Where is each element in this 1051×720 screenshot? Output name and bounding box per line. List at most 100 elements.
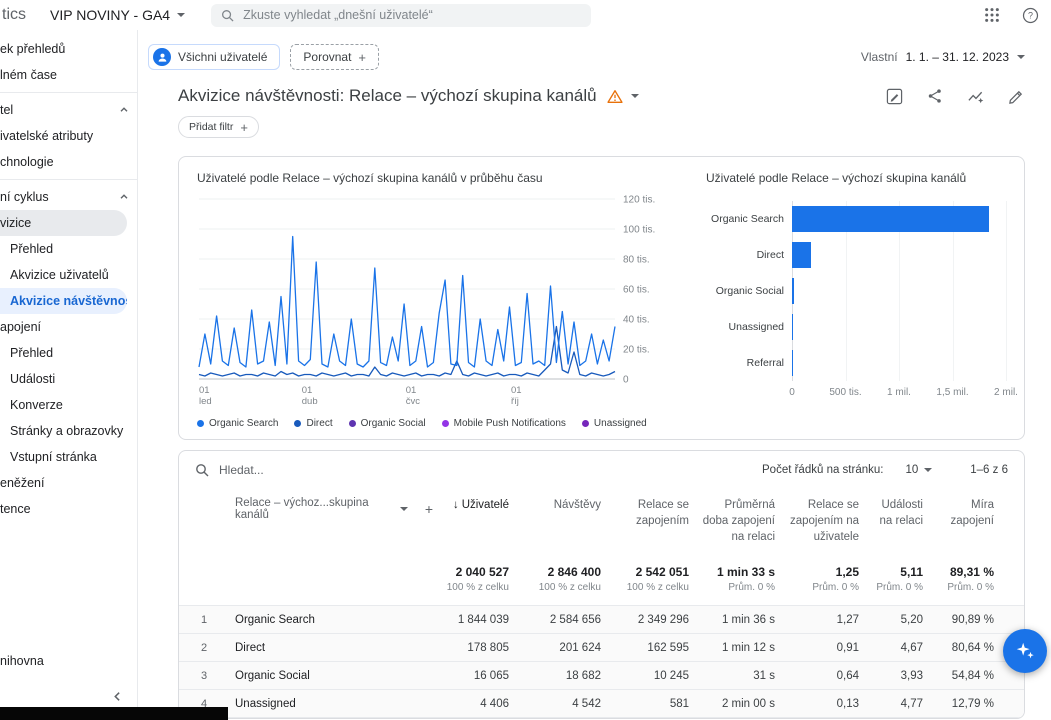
bar[interactable] xyxy=(792,350,793,376)
svg-text:100 tis.: 100 tis. xyxy=(623,225,655,236)
table-search-input[interactable]: Hledat... xyxy=(195,463,264,477)
column-header-engaged-sessions-per-user[interactable]: Relace se zapojením na uživatele xyxy=(787,489,871,545)
pagination-label: 1–6 z 6 xyxy=(970,464,1008,476)
sidebar-item-pages-screens[interactable]: Stránky a obrazovky xyxy=(0,418,137,444)
avg-engagement-time-cell: 31 s xyxy=(701,670,787,682)
share-icon[interactable] xyxy=(927,88,943,104)
dimension-header[interactable]: Relace – výchoz...skupina kanálů + xyxy=(235,489,433,521)
customize-report-icon[interactable] xyxy=(886,88,903,105)
sidebar-section-lifecycle[interactable]: ní cyklus xyxy=(0,184,137,210)
table-row: 1 Organic Search 1 844 039 2 584 656 2 3… xyxy=(179,605,1024,633)
global-search-input[interactable]: Zkuste vyhledat „dnešní uživatelé“ xyxy=(211,4,591,27)
events-per-session-cell: 3,93 xyxy=(871,670,935,682)
bar[interactable] xyxy=(792,278,794,304)
total-events-per-session: 5,11Prům. 0 % xyxy=(871,565,935,593)
apps-grid-icon[interactable] xyxy=(984,7,1000,23)
legend-dot-icon xyxy=(582,420,589,427)
users-over-time-chart: Uživatelé podle Relace – výchozí skupina… xyxy=(197,171,680,429)
line-chart-title: Uživatelé podle Relace – výchozí skupina… xyxy=(197,171,680,185)
legend-item[interactable]: Unassigned xyxy=(582,418,647,429)
svg-text:01dub: 01dub xyxy=(302,385,318,407)
legend-dot-icon xyxy=(294,420,301,427)
date-range-type: Vlastní xyxy=(861,50,898,64)
engaged-sessions-cell: 2 349 296 xyxy=(613,614,701,626)
sidebar-item-landing-page[interactable]: Vstupní stránka xyxy=(0,444,137,470)
sidebar-item-events[interactable]: Události xyxy=(0,366,137,392)
sidebar-item-realtime[interactable]: lném čase xyxy=(0,62,137,88)
sidebar-item-library[interactable]: nihovna xyxy=(0,648,137,674)
sessions-cell: 4 542 xyxy=(521,698,613,710)
engaged-sessions-per-user-cell: 0,64 xyxy=(787,670,871,682)
svg-text:40 tis.: 40 tis. xyxy=(623,315,650,326)
sidebar-section-acquisition[interactable]: vizice xyxy=(0,210,127,236)
chart-legend: Organic Search Direct Organic Social xyxy=(197,418,680,429)
add-filter-button[interactable]: Přidat filtr + xyxy=(178,116,259,138)
total-sessions: 2 846 400100 % z celku xyxy=(521,565,613,593)
property-selector[interactable]: VIP NOVINY - GA4 xyxy=(50,7,185,23)
sidebar-item-traffic-acquisition[interactable]: Akvizice návštěvnosti xyxy=(0,288,127,314)
sidebar-item-user-acquisition[interactable]: Akvizice uživatelů xyxy=(0,262,137,288)
date-range-picker[interactable]: Vlastní 1. 1. – 31. 12. 2023 xyxy=(861,50,1025,64)
sidebar-item-reports-snapshot[interactable]: ek přehledů xyxy=(0,36,137,62)
bar[interactable] xyxy=(792,314,793,340)
legend-item[interactable]: Organic Social xyxy=(349,418,426,429)
sessions-cell: 18 682 xyxy=(521,670,613,682)
sessions-cell: 201 624 xyxy=(521,642,613,654)
column-header-engagement-rate[interactable]: Míra zapojení xyxy=(935,489,1024,529)
plus-icon: + xyxy=(240,121,248,134)
chevron-down-icon[interactable] xyxy=(631,94,639,98)
column-header-sessions[interactable]: Návštěvy xyxy=(521,489,613,513)
svg-text:01čvc: 01čvc xyxy=(406,385,421,407)
main-content: Všichni uživatelé Porovnat + Vlastní 1. … xyxy=(138,30,1051,720)
bar[interactable] xyxy=(792,206,989,232)
sidebar-item-user-attributes[interactable]: ivatelské atributy xyxy=(0,123,137,149)
engaged-sessions-cell: 581 xyxy=(613,698,701,710)
sidebar-section-engagement[interactable]: apojení xyxy=(0,314,137,340)
warning-icon[interactable] xyxy=(607,89,623,104)
chevron-up-icon xyxy=(119,105,129,115)
legend-item[interactable]: Direct xyxy=(294,418,332,429)
insights-icon[interactable] xyxy=(967,88,984,105)
search-icon xyxy=(221,9,234,22)
chevron-down-icon xyxy=(1017,55,1025,59)
column-header-events-per-session[interactable]: Události na relaci xyxy=(871,489,935,529)
column-header-users[interactable]: ↓Uživatelé xyxy=(433,489,521,513)
insights-fab[interactable] xyxy=(1003,629,1047,673)
sidebar-item-technology[interactable]: chnologie xyxy=(0,149,137,175)
legend-item[interactable]: Mobile Push Notifications xyxy=(442,418,566,429)
sort-desc-icon: ↓ xyxy=(453,499,459,511)
avg-engagement-time-cell: 1 min 12 s xyxy=(701,642,787,654)
engagement-rate-cell: 90,89 % xyxy=(935,614,1024,626)
add-dimension-icon[interactable]: + xyxy=(425,502,433,516)
help-icon[interactable]: ? xyxy=(1022,7,1039,24)
column-header-avg-engagement-time[interactable]: Průměrná doba zapojení na relaci xyxy=(701,489,787,545)
compare-chip[interactable]: Porovnat + xyxy=(290,44,379,70)
engagement-rate-cell: 54,84 % xyxy=(935,670,1024,682)
sidebar-section-user[interactable]: tel xyxy=(0,97,137,123)
charts-card: Uživatelé podle Relace – výchozí skupina… xyxy=(178,156,1025,440)
bar-chart-title: Uživatelé podle Relace – výchozí skupina… xyxy=(706,171,1006,185)
edit-report-icon[interactable] xyxy=(1008,88,1025,105)
legend-item[interactable]: Organic Search xyxy=(197,418,278,429)
chevron-up-icon xyxy=(119,192,129,202)
legend-dot-icon xyxy=(442,420,449,427)
all-users-chip[interactable]: Všichni uživatelé xyxy=(148,44,280,70)
rows-per-page-select[interactable]: 10 xyxy=(905,464,932,476)
sidebar-item-conversions[interactable]: Konverze xyxy=(0,392,137,418)
users-cell: 1 844 039 xyxy=(433,614,521,626)
sidebar-item-engagement-overview[interactable]: Přehled xyxy=(0,340,137,366)
sidebar-item-acquisition-overview[interactable]: Přehled xyxy=(0,236,137,262)
sidebar-section-retention[interactable]: tence xyxy=(0,496,137,522)
bar-row: Organic Search xyxy=(706,201,1006,237)
chevron-left-icon xyxy=(112,689,123,707)
svg-text:60 tis.: 60 tis. xyxy=(623,285,650,296)
column-header-engaged-sessions[interactable]: Relace se zapojením xyxy=(613,489,701,529)
total-avg-engagement-time: 1 min 33 sPrům. 0 % xyxy=(701,565,787,593)
bar-label: Referral xyxy=(706,357,792,369)
plus-icon: + xyxy=(358,51,366,64)
svg-text:?: ? xyxy=(1028,10,1033,20)
legend-dot-icon xyxy=(197,420,204,427)
sidebar-section-monetization[interactable]: eněžení xyxy=(0,470,137,496)
bar[interactable] xyxy=(792,242,811,268)
chevron-down-icon xyxy=(924,468,932,472)
